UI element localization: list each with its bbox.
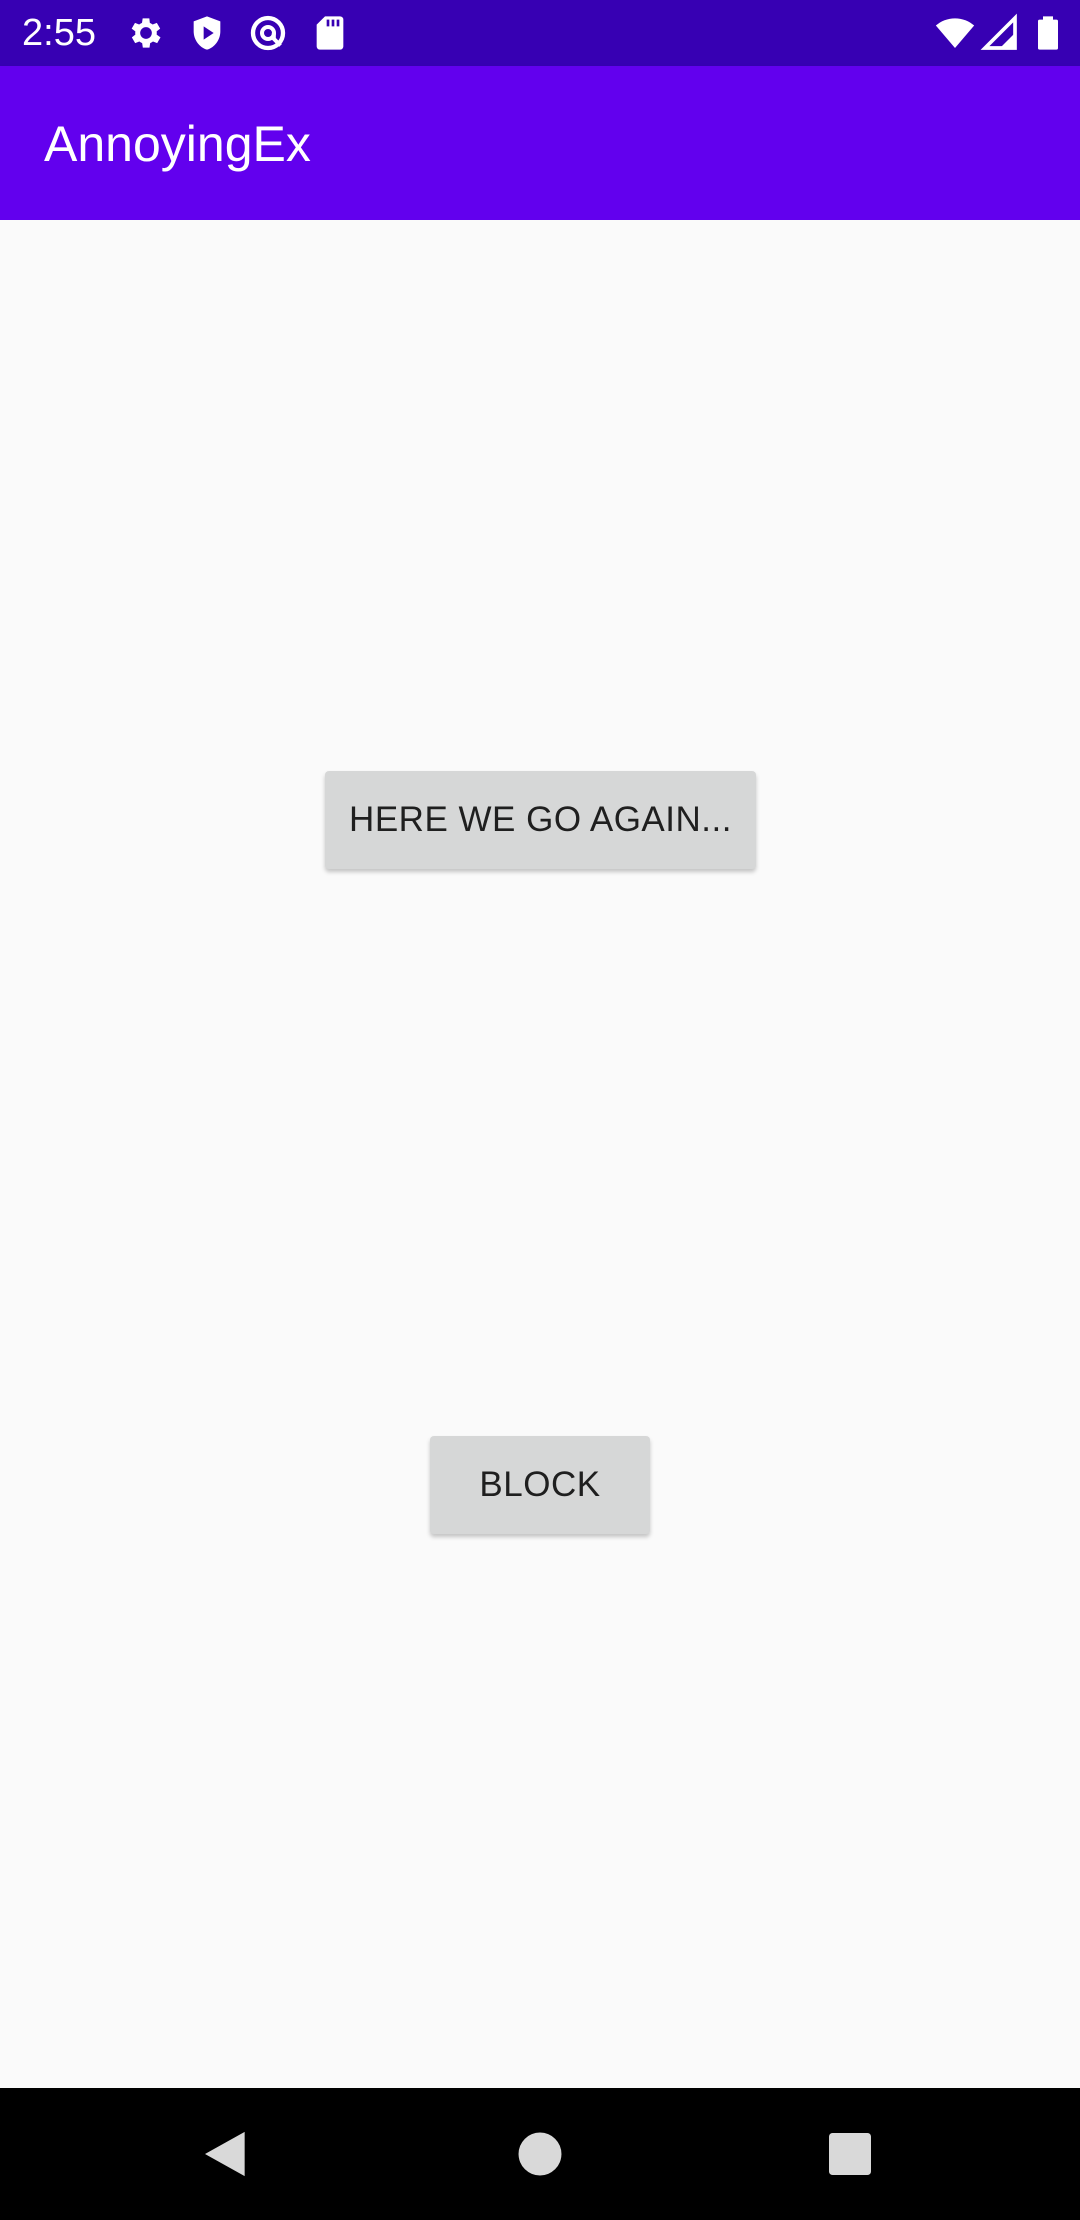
home-icon[interactable] <box>512 2126 568 2182</box>
settings-icon <box>131 18 161 48</box>
shield-play-icon <box>193 16 221 50</box>
battery-icon <box>1038 16 1058 50</box>
app-title: AnnoyingEx <box>44 116 311 172</box>
back-icon[interactable] <box>198 2126 254 2182</box>
block-button[interactable]: BLOCK <box>430 1436 650 1534</box>
status-time: 2:55 <box>22 12 96 54</box>
sd-card-icon <box>316 16 344 50</box>
recents-icon[interactable] <box>822 2126 878 2182</box>
at-sign-icon <box>250 15 286 51</box>
wifi-icon <box>935 18 975 48</box>
app-bar: AnnoyingEx <box>0 66 1080 220</box>
status-bar: 2:55 <box>0 0 1080 66</box>
cell-signal-icon <box>980 13 1017 50</box>
main-content: HERE WE GO AGAIN... BLOCK <box>0 220 1080 2088</box>
navigation-bar <box>0 2088 1080 2220</box>
here-we-go-again-button[interactable]: HERE WE GO AGAIN... <box>325 771 756 869</box>
